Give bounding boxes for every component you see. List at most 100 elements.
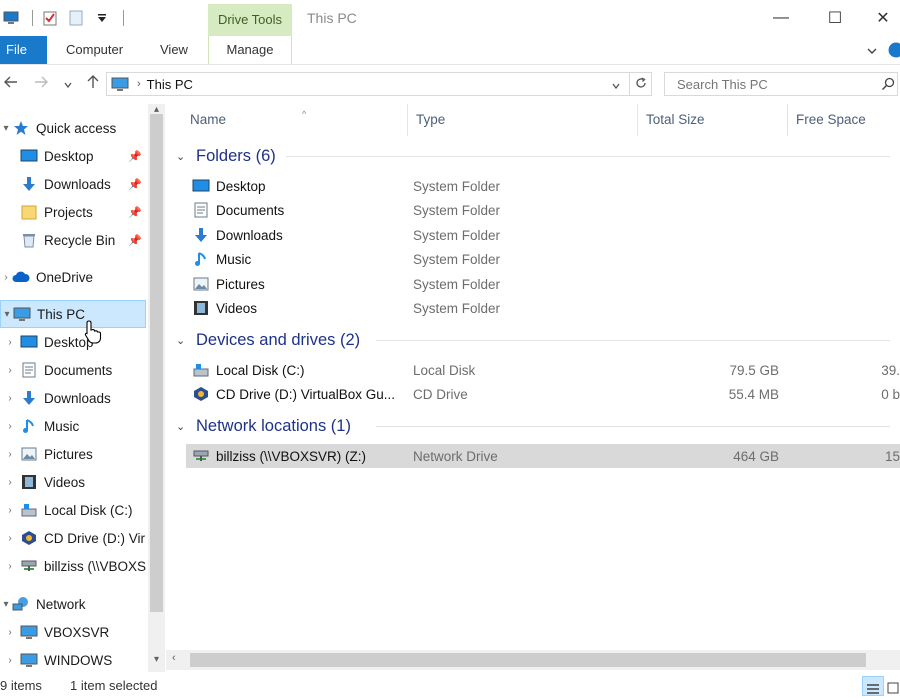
column-header-free-space[interactable]: Free Space bbox=[788, 104, 900, 136]
large-icons-view-button[interactable] bbox=[886, 676, 900, 696]
nav-pc-network-drive[interactable]: › billziss (\\VBOXS bbox=[0, 552, 146, 580]
nav-qa-projects[interactable]: Projects 📌 bbox=[0, 198, 146, 226]
pin-icon[interactable]: 📌 bbox=[128, 150, 142, 163]
computer-icon[interactable] bbox=[0, 7, 22, 29]
status-bar: 9 items 1 item selected bbox=[0, 672, 900, 700]
nav-qa-recycle-bin[interactable]: Recycle Bin 📌 bbox=[0, 226, 146, 254]
nav-label: Recycle Bin bbox=[44, 232, 116, 248]
new-folder-icon[interactable] bbox=[65, 7, 87, 29]
maximize-icon: ☐ bbox=[827, 10, 843, 27]
nav-pc-desktop[interactable]: › Desktop bbox=[0, 328, 146, 356]
nav-pc-downloads[interactable]: › Downloads bbox=[0, 384, 146, 412]
forward-button[interactable] bbox=[30, 73, 52, 95]
nav-onedrive[interactable]: › OneDrive bbox=[0, 263, 146, 291]
customize-toolbar-icon[interactable] bbox=[91, 7, 113, 29]
pin-icon[interactable]: 📌 bbox=[128, 206, 142, 219]
list-item[interactable]: billziss (\\VBOXSVR) (Z:) Network Drive … bbox=[186, 444, 900, 468]
tab-computer[interactable]: Computer bbox=[56, 36, 133, 64]
column-header-name[interactable]: ^ Name bbox=[182, 104, 408, 136]
expand-caret-icon[interactable]: › bbox=[4, 421, 16, 432]
nav-pc-pictures[interactable]: › Pictures bbox=[0, 440, 146, 468]
search-input[interactable] bbox=[677, 76, 877, 92]
breadcrumb-this-pc[interactable]: This PC bbox=[147, 77, 193, 92]
nav-qa-downloads[interactable]: Downloads 📌 bbox=[0, 170, 146, 198]
back-button[interactable] bbox=[0, 73, 22, 95]
item-name: Documents bbox=[216, 202, 285, 218]
nav-pc-documents[interactable]: › Documents bbox=[0, 356, 146, 384]
music-icon bbox=[192, 250, 210, 268]
list-item[interactable]: Documents System Folder bbox=[186, 198, 900, 222]
group-header-network[interactable]: ⌄ Network locations (1) bbox=[176, 414, 351, 438]
nav-pc-cd-drive[interactable]: › CD Drive (D:) Vir bbox=[0, 524, 146, 552]
expand-caret-icon[interactable]: › bbox=[4, 533, 16, 544]
maximize-button[interactable]: ☐ bbox=[812, 0, 858, 36]
network-drive-icon bbox=[192, 447, 210, 465]
expand-caret-icon[interactable]: › bbox=[4, 505, 16, 516]
properties-icon[interactable] bbox=[39, 7, 61, 29]
list-item[interactable]: Local Disk (C:) Local Disk 79.5 GB 39. bbox=[186, 358, 900, 382]
group-header-folders[interactable]: ⌄ Folders (6) bbox=[176, 144, 276, 168]
expand-caret-icon[interactable]: › bbox=[0, 272, 12, 283]
list-item[interactable]: Music System Folder bbox=[186, 247, 900, 271]
group-title: Folders (6) bbox=[196, 146, 276, 165]
tab-view[interactable]: View bbox=[150, 36, 198, 64]
expand-caret-icon[interactable]: ▾ bbox=[0, 599, 12, 610]
address-bar[interactable]: › This PC bbox=[106, 72, 630, 96]
refresh-button[interactable] bbox=[630, 72, 652, 96]
expand-caret-icon[interactable]: › bbox=[4, 627, 16, 638]
nav-qa-desktop[interactable]: Desktop 📌 bbox=[0, 142, 146, 170]
search-icon[interactable] bbox=[881, 77, 895, 91]
back-arrow-icon bbox=[4, 75, 18, 93]
list-item[interactable]: Desktop System Folder bbox=[186, 174, 900, 198]
pin-icon[interactable]: 📌 bbox=[128, 178, 142, 191]
nav-pane-scrollbar[interactable]: ▴ ▾ bbox=[148, 104, 165, 672]
column-header-type[interactable]: Type bbox=[408, 104, 638, 136]
expand-caret-icon[interactable]: › bbox=[4, 337, 16, 348]
minimize-button[interactable]: — bbox=[758, 0, 804, 36]
details-view-button[interactable] bbox=[862, 676, 884, 696]
list-item[interactable]: Pictures System Folder bbox=[186, 272, 900, 296]
expand-caret-icon[interactable]: › bbox=[4, 365, 16, 376]
column-header-total-size[interactable]: Total Size bbox=[638, 104, 788, 136]
expand-caret-icon[interactable]: › bbox=[4, 655, 16, 666]
up-button[interactable] bbox=[82, 73, 104, 95]
collapse-chevron-icon[interactable]: ⌄ bbox=[176, 334, 196, 347]
scrollbar-thumb[interactable] bbox=[150, 114, 163, 612]
help-button[interactable] bbox=[888, 42, 900, 58]
expand-caret-icon[interactable]: › bbox=[4, 477, 16, 488]
expand-caret-icon[interactable]: ▾ bbox=[0, 123, 12, 134]
recent-locations-button[interactable] bbox=[58, 73, 78, 95]
expand-caret-icon[interactable]: › bbox=[4, 561, 16, 572]
nav-network-vboxsvr[interactable]: › VBOXSVR bbox=[0, 618, 146, 646]
tab-file[interactable]: File bbox=[0, 36, 47, 64]
chevron-left-icon[interactable]: ‹ bbox=[172, 652, 176, 664]
list-item[interactable]: Videos System Folder bbox=[186, 296, 900, 320]
address-history-button[interactable] bbox=[604, 72, 628, 96]
content-horizontal-scrollbar[interactable]: ‹ bbox=[166, 650, 900, 670]
nav-network[interactable]: ▾ Network bbox=[0, 590, 146, 618]
nav-this-pc[interactable]: ▾ This PC bbox=[0, 300, 146, 328]
nav-label: This PC bbox=[37, 306, 86, 322]
nav-pc-videos[interactable]: › Videos bbox=[0, 468, 146, 496]
tab-manage[interactable]: Manage bbox=[208, 36, 292, 64]
nav-pc-local-disk[interactable]: › Local Disk (C:) bbox=[0, 496, 146, 524]
collapse-chevron-icon[interactable]: ⌄ bbox=[176, 420, 196, 433]
collapse-chevron-icon[interactable]: ⌄ bbox=[176, 150, 196, 163]
search-box[interactable] bbox=[664, 72, 898, 96]
computer-icon bbox=[13, 305, 31, 323]
expand-caret-icon[interactable]: ▾ bbox=[1, 309, 13, 320]
expand-caret-icon[interactable]: › bbox=[4, 393, 16, 404]
nav-network-windows[interactable]: › WINDOWS bbox=[0, 646, 146, 672]
nav-quick-access[interactable]: ▾ Quick access bbox=[0, 114, 146, 142]
scrollbar-thumb[interactable] bbox=[190, 653, 866, 667]
nav-pc-music[interactable]: › Music bbox=[0, 412, 146, 440]
pin-icon[interactable]: 📌 bbox=[128, 234, 142, 247]
chevron-down-icon[interactable]: ▾ bbox=[148, 654, 165, 665]
list-item[interactable]: Downloads System Folder bbox=[186, 223, 900, 247]
chevron-right-icon[interactable]: › bbox=[137, 78, 141, 90]
list-item[interactable]: CD Drive (D:) VirtualBox Gu... CD Drive … bbox=[186, 382, 900, 406]
close-button[interactable]: ✕ bbox=[866, 0, 900, 36]
expand-ribbon-button[interactable] bbox=[862, 42, 882, 58]
group-header-devices[interactable]: ⌄ Devices and drives (2) bbox=[176, 328, 360, 352]
expand-caret-icon[interactable]: › bbox=[4, 449, 16, 460]
